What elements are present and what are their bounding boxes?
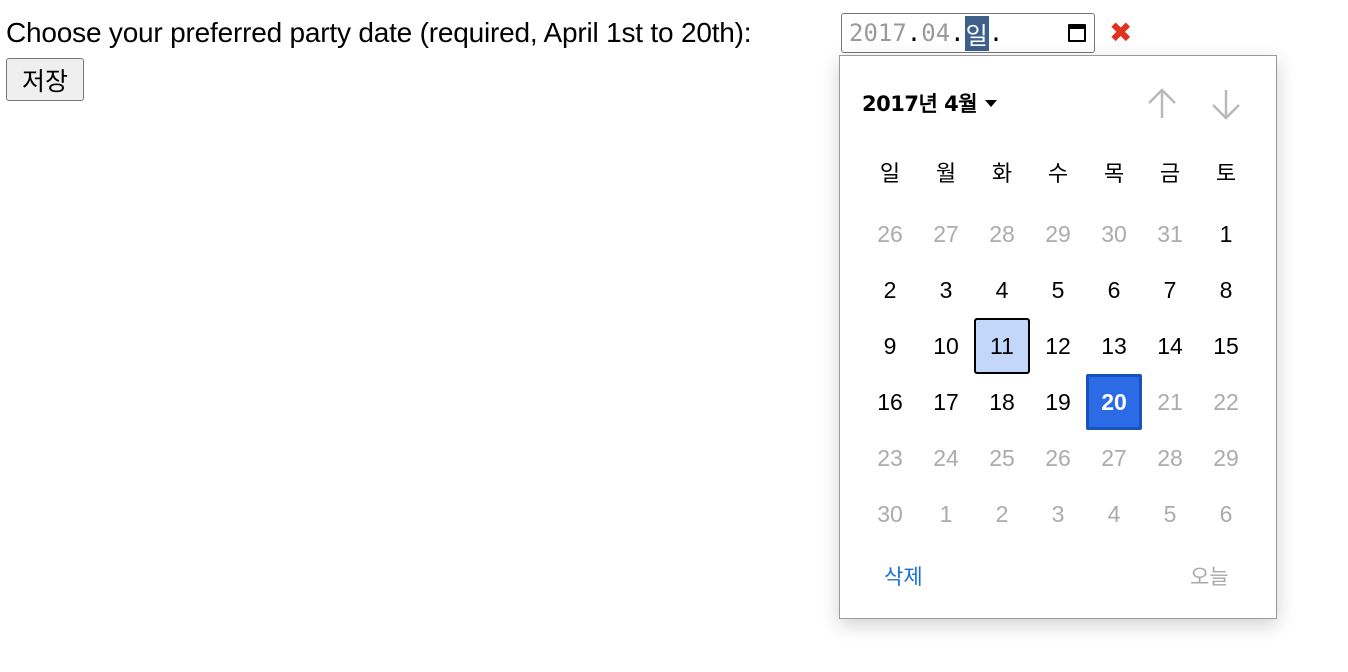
month-year-label: 2017년 4월 bbox=[862, 92, 978, 116]
calendar-day[interactable]: 19 bbox=[1030, 374, 1086, 430]
calendar-day[interactable]: 14 bbox=[1142, 318, 1198, 374]
calendar-day: 27 bbox=[933, 220, 959, 247]
calendar-day: 28 bbox=[989, 220, 1015, 247]
calendar-week: 30 1 2 3 4 5 6 bbox=[862, 486, 1254, 542]
date-picker-popup: 2017년 4월 일 월 화 수 목 금 토 26 27 28 29 30 31… bbox=[839, 55, 1277, 619]
calendar-day[interactable]: 15 bbox=[1198, 318, 1254, 374]
weekday-label: 월 bbox=[935, 162, 957, 187]
calendar-day: 29 bbox=[1045, 220, 1071, 247]
calendar-day: 21 bbox=[1157, 388, 1183, 415]
calendar-icon[interactable] bbox=[1068, 24, 1086, 42]
calendar-day: 6 bbox=[1219, 500, 1233, 527]
calendar-week: 2 3 4 5 6 7 8 bbox=[862, 262, 1254, 318]
calendar-day[interactable]: 10 bbox=[918, 318, 974, 374]
next-month-button[interactable] bbox=[1206, 84, 1246, 124]
calendar-day: 5 bbox=[1163, 500, 1177, 527]
year-segment[interactable]: 2017 bbox=[849, 19, 907, 47]
calendar-day: 24 bbox=[933, 444, 959, 471]
calendar-day[interactable]: 8 bbox=[1198, 262, 1254, 318]
weekday-label: 수 bbox=[1047, 162, 1069, 187]
calendar-week: 23 24 25 26 27 28 29 bbox=[862, 430, 1254, 486]
calendar-day: 1 bbox=[939, 500, 953, 527]
weekday-header: 일 월 화 수 목 금 토 bbox=[862, 159, 1254, 191]
weekday-label: 목 bbox=[1103, 162, 1125, 187]
calendar-day[interactable]: 9 bbox=[862, 318, 918, 374]
caret-down-icon bbox=[985, 99, 998, 107]
page: Choose your preferred party date (requir… bbox=[0, 0, 1348, 672]
calendar-week: 26 27 28 29 30 31 1 bbox=[862, 206, 1254, 262]
calendar-day: 2 bbox=[995, 500, 1009, 527]
date-separator: . bbox=[988, 19, 1004, 47]
month-segment[interactable]: 04 bbox=[921, 19, 950, 47]
calendar-week: 16 17 18 19 20 21 22 bbox=[862, 374, 1254, 430]
weekday-label: 일 bbox=[879, 162, 901, 187]
calendar-day: 30 bbox=[877, 500, 903, 527]
weekday-label: 화 bbox=[991, 162, 1013, 187]
calendar-day[interactable]: 13 bbox=[1086, 318, 1142, 374]
calendar-day[interactable]: 7 bbox=[1142, 262, 1198, 318]
calendar-day[interactable]: 5 bbox=[1030, 262, 1086, 318]
date-separator: . bbox=[906, 19, 922, 47]
calendar-day: 26 bbox=[1045, 444, 1071, 471]
weekday-label: 금 bbox=[1159, 162, 1181, 187]
calendar-day: 26 bbox=[877, 220, 903, 247]
calendar-day: 29 bbox=[1213, 444, 1239, 471]
arrow-down-icon bbox=[1212, 90, 1240, 120]
clear-button[interactable]: 삭제 bbox=[884, 561, 923, 591]
month-year-selector[interactable]: 2017년 4월 bbox=[862, 88, 998, 118]
calendar-day[interactable]: 18 bbox=[974, 374, 1030, 430]
calendar-day[interactable]: 6 bbox=[1086, 262, 1142, 318]
calendar-day: 4 bbox=[1107, 500, 1121, 527]
calendar-day: 23 bbox=[877, 444, 903, 471]
date-field-label: Choose your preferred party date (requir… bbox=[6, 17, 752, 48]
calendar-day[interactable]: 17 bbox=[918, 374, 974, 430]
calendar-day: 25 bbox=[989, 444, 1015, 471]
weekday-label: 토 bbox=[1215, 162, 1237, 187]
calendar-day[interactable]: 16 bbox=[862, 374, 918, 430]
calendar-day[interactable]: 12 bbox=[1030, 318, 1086, 374]
calendar-day[interactable]: 4 bbox=[974, 262, 1030, 318]
calendar-day: 3 bbox=[1051, 500, 1065, 527]
calendar-day-selected[interactable]: 20 bbox=[1086, 374, 1142, 430]
calendar-day: 30 bbox=[1101, 220, 1127, 247]
calendar-day-today[interactable]: 11 bbox=[974, 318, 1030, 374]
previous-month-button[interactable] bbox=[1142, 84, 1182, 124]
invalid-x-icon: ✖ bbox=[1109, 17, 1133, 48]
calendar-day[interactable]: 1 bbox=[1198, 206, 1254, 262]
calendar-day: 22 bbox=[1213, 388, 1239, 415]
calendar-day: 28 bbox=[1157, 444, 1183, 471]
calendar-day: 31 bbox=[1157, 220, 1183, 247]
date-input[interactable]: 2017 . 04 . 일 . bbox=[841, 13, 1095, 53]
arrow-up-icon bbox=[1148, 88, 1176, 118]
date-separator: . bbox=[950, 19, 965, 47]
save-button[interactable]: 저장 bbox=[6, 58, 84, 101]
today-button[interactable]: 오늘 bbox=[1190, 561, 1229, 591]
calendar-day: 27 bbox=[1101, 444, 1127, 471]
calendar-week: 9 10 11 12 13 14 15 bbox=[862, 318, 1254, 374]
day-segment[interactable]: 일 bbox=[964, 15, 989, 51]
calendar-day[interactable]: 3 bbox=[918, 262, 974, 318]
calendar-day[interactable]: 2 bbox=[862, 262, 918, 318]
